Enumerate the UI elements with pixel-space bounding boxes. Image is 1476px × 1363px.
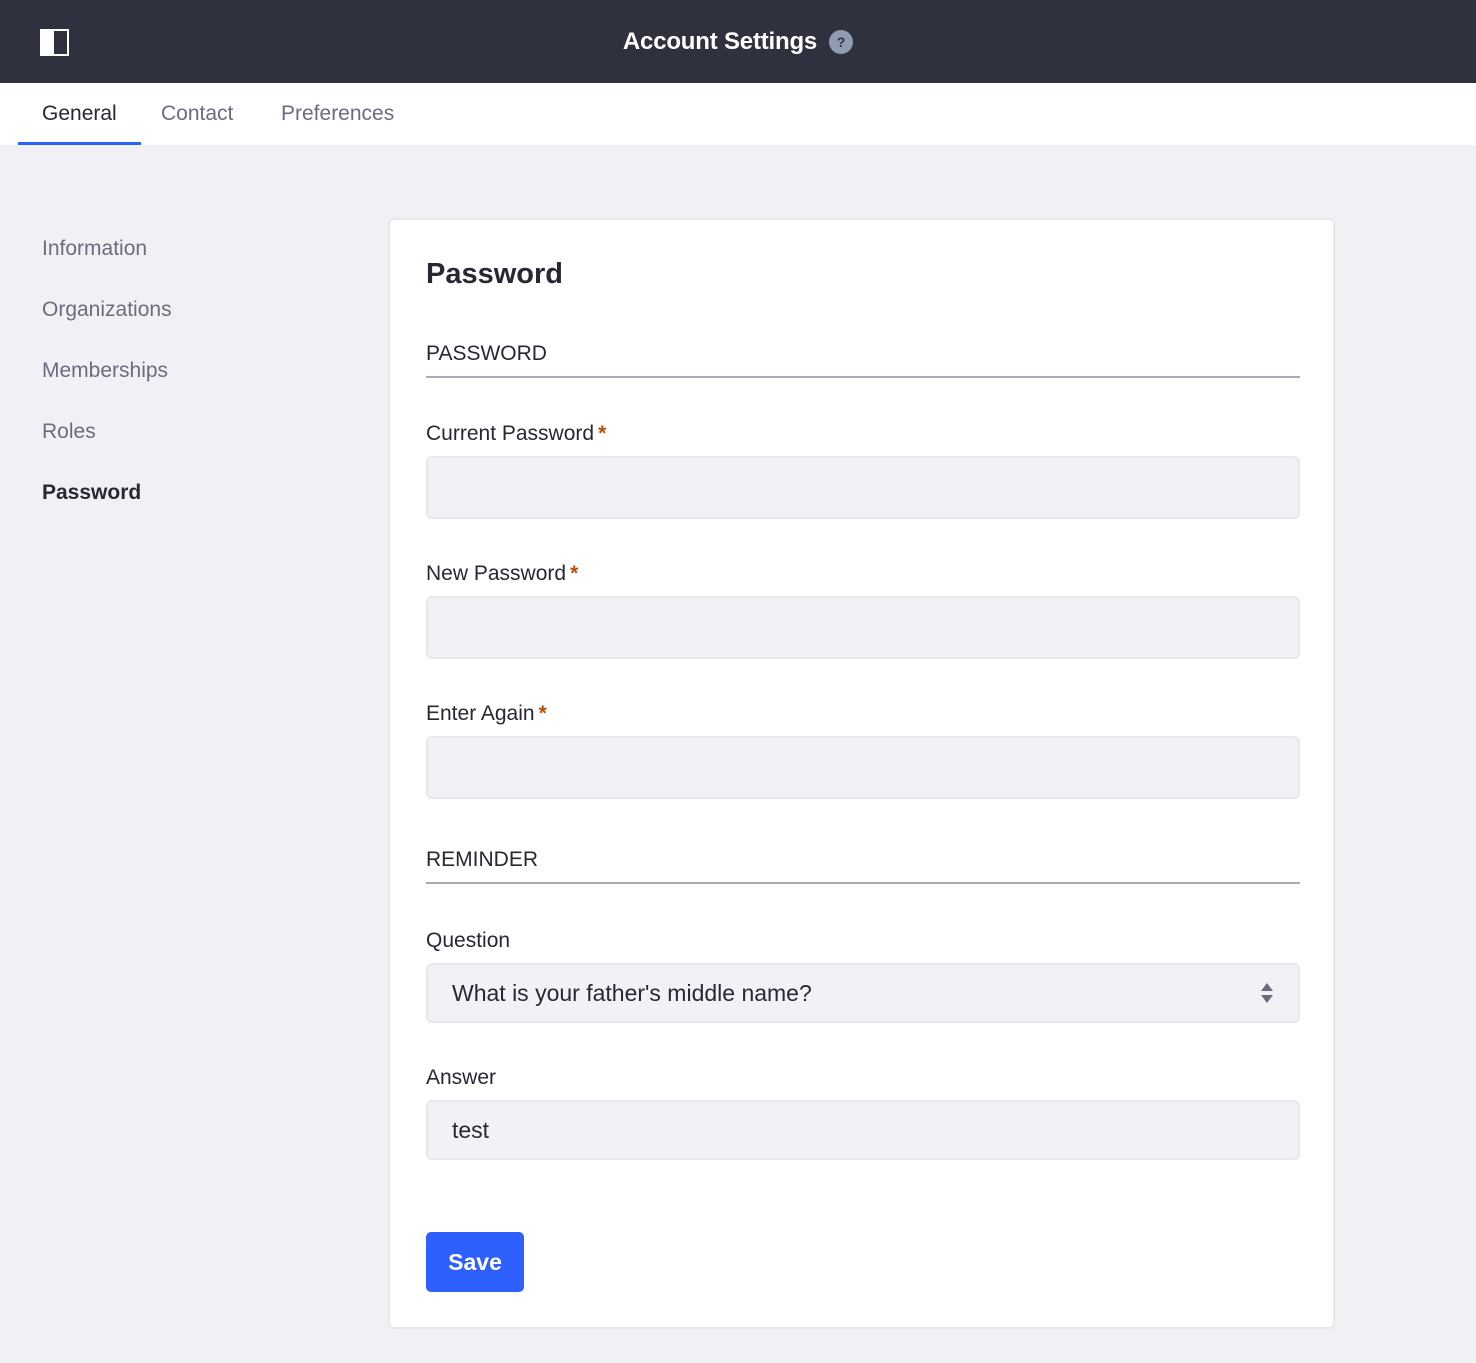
current-password-label: Current Password * [426, 422, 607, 445]
side-navigation: Information Organizations Memberships Ro… [42, 228, 172, 533]
current-password-input[interactable] [452, 458, 1274, 517]
new-password-label: New Password * [426, 562, 579, 585]
enter-again-label: Enter Again * [426, 702, 547, 725]
tab-general[interactable]: General [18, 83, 141, 145]
sidenav-item-roles[interactable]: Roles [42, 411, 172, 472]
sidenav-item-memberships[interactable]: Memberships [42, 350, 172, 411]
page-title: Account Settings [622, 27, 818, 55]
enter-again-field[interactable] [426, 736, 1300, 799]
enter-again-input[interactable] [452, 738, 1274, 797]
required-mark: * [570, 562, 579, 585]
required-mark: * [598, 422, 607, 445]
section-heading-password: PASSWORD [426, 342, 1300, 378]
sidenav-item-organizations[interactable]: Organizations [42, 289, 172, 350]
answer-label: Answer [426, 1066, 497, 1089]
section-heading-reminder: REMINDER [426, 848, 1300, 884]
sidenav-item-password[interactable]: Password [42, 472, 172, 533]
question-label: Question [426, 929, 511, 952]
top-bar: Account Settings ? [0, 0, 1476, 83]
password-card: Password PASSWORD Current Password * New … [388, 218, 1335, 1329]
tab-preferences[interactable]: Preferences [257, 83, 418, 145]
question-select[interactable]: What is your father's middle name? [426, 963, 1300, 1023]
required-mark: * [538, 702, 547, 725]
answer-input[interactable] [452, 1102, 1274, 1158]
card-title: Password [426, 258, 563, 290]
save-button[interactable]: Save [426, 1232, 524, 1292]
new-password-input[interactable] [452, 598, 1274, 657]
tab-contact[interactable]: Contact [137, 83, 257, 145]
question-circle-icon[interactable]: ? [829, 29, 854, 54]
question-selected-value: What is your father's middle name? [452, 979, 812, 1006]
tab-bar: General Contact Preferences [0, 83, 1476, 145]
select-arrows-icon [1261, 983, 1273, 1003]
sidenav-item-information[interactable]: Information [42, 228, 172, 289]
current-password-field[interactable] [426, 456, 1300, 519]
answer-field[interactable] [426, 1100, 1300, 1160]
new-password-field[interactable] [426, 596, 1300, 659]
